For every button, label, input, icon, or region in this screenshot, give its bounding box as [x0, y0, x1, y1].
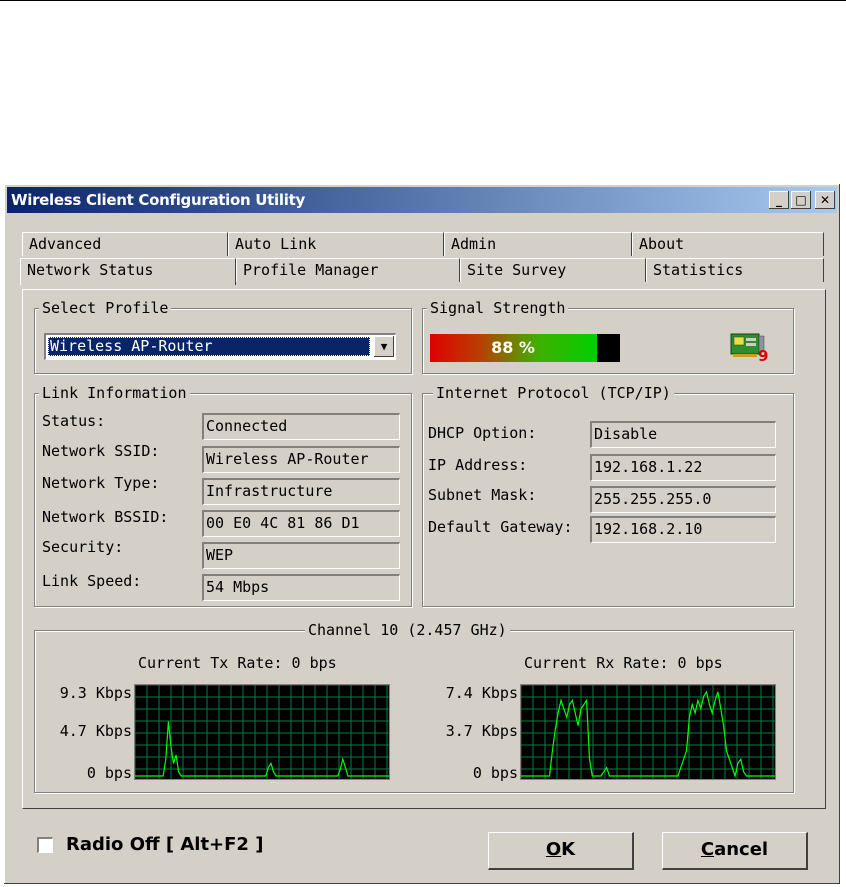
link-row-label: Network SSID:: [42, 442, 160, 460]
tcpip-row-label: Subnet Mask:: [428, 486, 537, 504]
tcpip-row-label: DHCP Option:: [428, 424, 537, 442]
link-row-value: 54 Mbps: [202, 574, 400, 601]
minimize-button[interactable]: _: [769, 191, 789, 209]
tx-axis-max: 9.3 Kbps: [59, 684, 132, 702]
profile-dropdown[interactable]: Wireless AP-Router ▼: [44, 333, 396, 360]
link-row-value: 00 E0 4C 81 86 D1: [202, 510, 400, 537]
tcpip-row-value: 192.168.2.10: [590, 516, 776, 543]
tab-advanced[interactable]: Advanced: [22, 232, 228, 256]
close-button[interactable]: ✕: [815, 191, 835, 209]
adapter-badge: 9: [758, 347, 769, 365]
tx-axis-mid: 4.7 Kbps: [59, 722, 132, 740]
ok-button[interactable]: OK: [488, 832, 634, 870]
link-row-label: Link Speed:: [42, 572, 142, 590]
link-row-label: Security:: [42, 538, 124, 556]
radio-off-checkbox[interactable]: [37, 837, 53, 853]
radio-off-label: Radio Off [ Alt+F2 ]: [66, 834, 264, 855]
link-row-value: Connected: [202, 413, 400, 440]
tx-axis-min: 0 bps: [86, 764, 132, 782]
link-row-label: Network BSSID:: [42, 508, 169, 526]
tab-network-status[interactable]: Network Status: [20, 258, 236, 285]
tx-rate-title: Current Tx Rate: 0 bps: [138, 654, 337, 672]
cancel-mnemonic: C: [700, 839, 715, 860]
rx-axis-min: 0 bps: [472, 764, 518, 782]
link-row-label: Network Type:: [42, 474, 160, 492]
tab-about[interactable]: About: [632, 232, 824, 256]
tx-rate-graph: [134, 684, 390, 780]
title-bar[interactable]: Wireless Client Configuration Utility _ …: [7, 187, 837, 213]
tab-profile-manager[interactable]: Profile Manager: [236, 258, 460, 282]
channel-legend: Channel 10 (2.457 GHz): [305, 621, 510, 639]
cancel-label-rest: ancel: [714, 839, 769, 860]
select-profile-legend: Select Profile: [39, 299, 172, 317]
link-row-value: Wireless AP-Router: [202, 446, 400, 473]
tab-site-survey[interactable]: Site Survey: [460, 258, 646, 282]
cancel-button[interactable]: Cancel: [662, 832, 808, 870]
signal-percent: 88 %: [491, 338, 535, 357]
rx-rate-title: Current Rx Rate: 0 bps: [524, 654, 723, 672]
maximize-button[interactable]: □: [791, 191, 811, 209]
tcpip-row-value: 192.168.1.22: [590, 454, 776, 481]
tcpip-legend: Internet Protocol (TCP/IP): [433, 384, 674, 402]
tab-admin[interactable]: Admin: [444, 232, 632, 256]
rx-axis-max: 7.4 Kbps: [445, 684, 518, 702]
signal-strength-bar: 88 %: [430, 334, 620, 362]
tcpip-row-value: 255.255.255.0: [590, 486, 776, 513]
tab-statistics[interactable]: Statistics: [646, 258, 824, 282]
tab-auto-link[interactable]: Auto Link: [228, 232, 444, 256]
link-information-legend: Link Information: [39, 384, 190, 402]
page-rule: [0, 0, 846, 1]
network-card-icon: 9: [728, 331, 768, 367]
ok-mnemonic: O: [545, 839, 562, 860]
tcpip-row-label: Default Gateway:: [428, 518, 573, 536]
profile-selected-value: Wireless AP-Router: [48, 337, 370, 356]
link-row-value: Infrastructure: [202, 478, 400, 505]
window-title: Wireless Client Configuration Utility: [11, 191, 305, 209]
tcpip-row-value: Disable: [590, 421, 776, 448]
dropdown-arrow-icon[interactable]: ▼: [374, 336, 394, 357]
link-row-value: WEP: [202, 542, 400, 569]
ok-label-rest: K: [561, 839, 576, 860]
link-row-label: Status:: [42, 412, 106, 430]
rx-rate-graph: [520, 684, 776, 780]
tcpip-row-label: IP Address:: [428, 456, 528, 474]
signal-strength-legend: Signal Strength: [427, 299, 569, 317]
rx-axis-mid: 3.7 Kbps: [445, 722, 518, 740]
